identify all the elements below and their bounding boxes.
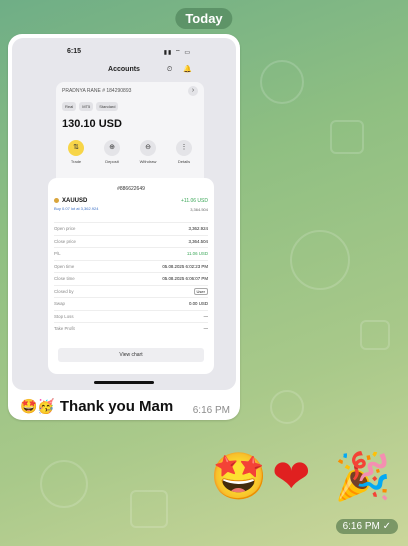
accounts-title: Accounts: [108, 66, 140, 73]
trade-icon: ⇅: [68, 140, 84, 156]
row-label: P/L: [54, 251, 61, 257]
action-label: Trade: [70, 159, 82, 164]
row-label: Stop Loss: [54, 313, 74, 319]
wallpaper-doodle: [290, 230, 350, 290]
row-value: 0.00 USD: [188, 301, 208, 307]
clock-icon: ⏲: [166, 66, 173, 73]
phone-status-time: 6:15: [67, 48, 82, 55]
row-label: Take Profit: [54, 326, 75, 332]
more-icon: ⋮: [176, 140, 192, 156]
detail-row: Stop Loss —: [54, 309, 208, 323]
detail-row: Close time 05.08.2025 6:06:07 PM: [54, 272, 208, 285]
action-label: Deposit: [105, 159, 119, 164]
details-action: ⋮ Details: [168, 140, 200, 164]
row-label: Swap: [54, 301, 65, 307]
chevron-right-icon: ›: [188, 86, 198, 96]
bell-icon: 🔔: [183, 66, 192, 73]
row-value: 05.08.2025 6:06:07 PM: [162, 276, 208, 282]
account-balance: 130.10 USD: [62, 118, 122, 130]
detail-row: Close price 3,364.504: [54, 234, 208, 248]
detail-row: Swap 0.00 USD: [54, 297, 208, 310]
row-value: User: [193, 287, 208, 295]
row-label: Open price: [54, 226, 76, 232]
caption-emojis: 🤩🥳: [20, 398, 55, 414]
row-label: Closed by: [54, 288, 74, 294]
wallpaper-doodle: [330, 120, 364, 154]
action-label: Details: [177, 159, 191, 164]
message-caption: 🤩🥳 Thank you Mam: [20, 398, 173, 415]
account-name: PRADNYA RANE # 184290893: [62, 88, 132, 94]
row-value: 11.06 USD: [186, 251, 208, 257]
position-id: #886622649: [117, 186, 145, 192]
date-divider: Today: [175, 8, 233, 29]
detail-row: Closed by User: [54, 284, 208, 298]
action-label: Withdraw: [139, 159, 157, 164]
row-value: —: [203, 326, 208, 332]
withdraw-action: ⊖ Withdraw: [132, 140, 164, 164]
row-label: Close price: [54, 238, 76, 244]
account-chip: Standard: [96, 102, 119, 111]
image-message-bubble[interactable]: 6:15 ▮▮ ⌔ ▭ Accounts ⏲ 🔔 PRADNYA RANE # …: [8, 34, 240, 420]
message-time-read: 6:16 PM ✓: [335, 519, 398, 534]
wallpaper-doodle: [40, 460, 88, 508]
detail-row: Take Profit —: [54, 322, 208, 335]
position-card: #886622649 XAUUSD +11.06 USD Buy 0.07 lo…: [48, 178, 214, 374]
detail-row: P/L 11.06 USD: [54, 247, 208, 260]
account-chip: MT5: [79, 102, 94, 111]
row-value: 3,362.924: [188, 226, 208, 232]
detail-row: Open price 3,362.924: [54, 222, 208, 235]
position-profit: +11.06 USD: [180, 198, 208, 204]
wallpaper-doodle: [270, 390, 304, 424]
star-struck-emoji[interactable]: 🤩: [210, 448, 267, 504]
trade-action: ⇅ Trade: [60, 140, 92, 164]
message-time: 6:16 PM: [192, 405, 230, 416]
detail-row: Open time 05.08.2025 6:02:23 PM: [54, 259, 208, 273]
account-chip: Real: [62, 102, 77, 111]
position-current-price: 3,364.504: [190, 207, 208, 212]
position-summary: Buy 0.07 lot at 3,362.924: [54, 206, 99, 212]
withdraw-icon: ⊖: [140, 140, 156, 156]
home-indicator: [94, 381, 154, 384]
phone-status-icons: ▮▮ ⌔ ▭: [163, 50, 191, 56]
caption-text: Thank you Mam: [59, 398, 174, 415]
heart-emoji[interactable]: ❤: [272, 448, 311, 504]
row-value: —: [203, 313, 208, 319]
row-label: Close time: [54, 276, 75, 282]
view-chart-button: View chart: [58, 348, 204, 362]
wallpaper-doodle: [360, 320, 390, 350]
row-value: 3,364.504: [188, 238, 208, 244]
wallpaper-doodle: [130, 490, 168, 528]
row-value: 05.08.2025 6:02:23 PM: [162, 263, 208, 269]
screenshot-image[interactable]: 6:15 ▮▮ ⌔ ▭ Accounts ⏲ 🔔 PRADNYA RANE # …: [12, 38, 236, 390]
deposit-action: ⊕ Deposit: [96, 140, 128, 164]
deposit-icon: ⊕: [104, 140, 120, 156]
wallpaper-doodle: [260, 60, 304, 104]
row-label: Open time: [54, 263, 75, 269]
party-popper-emoji[interactable]: 🎉: [334, 448, 391, 504]
